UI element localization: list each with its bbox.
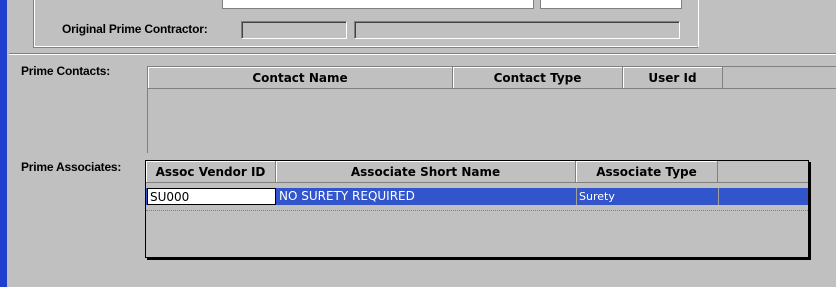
associate-type-cell[interactable]: Surety bbox=[577, 188, 719, 205]
window-left-border bbox=[0, 0, 7, 287]
original-prime-contractor-label: Original Prime Contractor: bbox=[62, 22, 208, 36]
clipped-reason-field[interactable] bbox=[222, 0, 534, 9]
column-header-contact-type[interactable]: Contact Type bbox=[453, 67, 623, 89]
original-prime-contractor-code-field[interactable] bbox=[241, 21, 347, 39]
prime-contacts-label: Prime Contacts: bbox=[21, 64, 111, 78]
prime-associates-grid[interactable]: Assoc Vendor ID Associate Short Name Ass… bbox=[145, 160, 809, 258]
column-header-user-id[interactable]: User Id bbox=[623, 67, 723, 89]
row-separator bbox=[146, 210, 808, 211]
prime-contacts-grid[interactable]: Contact Name Contact Type User Id bbox=[147, 66, 836, 153]
assoc-vendor-id-cell[interactable]: SU000 bbox=[147, 188, 276, 205]
column-header-filler bbox=[718, 161, 808, 183]
section-divider bbox=[9, 53, 836, 55]
column-header-contact-name[interactable]: Contact Name bbox=[148, 67, 453, 89]
clipped-date-field[interactable] bbox=[540, 0, 682, 9]
column-header-assoc-vendor-id[interactable]: Assoc Vendor ID bbox=[146, 161, 276, 183]
column-header-associate-short-name[interactable]: Associate Short Name bbox=[276, 161, 576, 183]
row-filler-cell bbox=[719, 188, 808, 205]
column-header-filler bbox=[723, 67, 836, 89]
original-prime-contractor-name-field[interactable] bbox=[354, 21, 680, 39]
prime-associates-label: Prime Associates: bbox=[21, 160, 122, 174]
column-header-associate-type[interactable]: Associate Type bbox=[576, 161, 718, 183]
associate-short-name-cell[interactable]: NO SURETY REQUIRED bbox=[277, 188, 577, 205]
